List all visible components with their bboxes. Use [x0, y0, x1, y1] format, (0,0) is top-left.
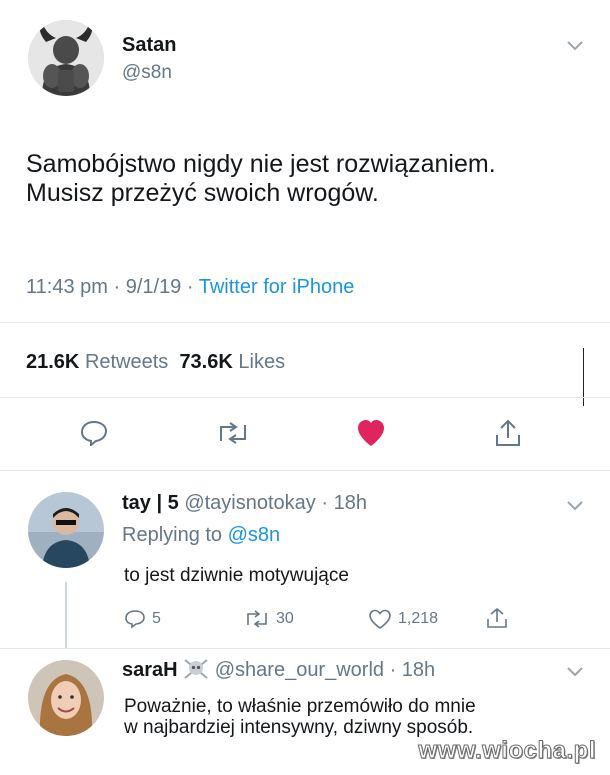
likes-label[interactable]: Likes: [238, 351, 285, 373]
reply2-header: saraH @share_our_world · 18h: [122, 658, 435, 682]
chevron-down-icon[interactable]: [566, 662, 584, 683]
retweets-count[interactable]: 21.6K: [26, 351, 79, 373]
reply2-text-line1: Poważnie, to właśnie przemówiło do mnie: [124, 696, 476, 717]
meta-separator: ·: [384, 659, 402, 681]
avatar-tay-image: [28, 492, 104, 568]
reply1-replying-to: Replying to @s8n: [122, 524, 280, 547]
reply-icon[interactable]: [124, 609, 146, 629]
reply1-like-count: 1,218: [398, 610, 439, 627]
reply1-display-name[interactable]: tay | 5: [122, 492, 179, 514]
avatar-satan[interactable]: [28, 20, 104, 96]
reply1-retweet-count: 30: [276, 610, 294, 627]
reply2-text-line2: w najbardziej intensywny, dziwny sposób.: [124, 717, 474, 738]
heart-icon[interactable]: [356, 419, 386, 452]
retweet-icon[interactable]: [244, 609, 270, 629]
tweet-text-line2: Musisz przeżyć swoich wrogów.: [26, 179, 379, 207]
skull-icon: [183, 659, 215, 681]
tweet-text-line1: Samobójstwo nigdy nie jest rozwiązaniem.: [26, 150, 496, 178]
retweets-label[interactable]: Retweets: [85, 351, 168, 373]
avatar-sarah[interactable]: [28, 660, 104, 736]
reply-icon[interactable]: [80, 420, 108, 451]
reply2-handle[interactable]: @share_our_world: [215, 659, 384, 681]
meta-separator: ·: [315, 492, 334, 514]
reply1-retweet-action[interactable]: 30: [244, 609, 294, 629]
retweet-icon[interactable]: [216, 421, 250, 450]
tweet-stats: 21.6K Retweets 73.6K Likes: [26, 351, 285, 374]
reply1-reply-action[interactable]: 5: [124, 609, 161, 629]
avatar-sarah-image: [28, 660, 104, 736]
tweet-meta: 11:43 pm · 9/1/19 · Twitter for iPhone: [26, 276, 354, 299]
meta-separator: ·: [186, 276, 194, 298]
reply1-text: to jest dziwnie motywujące: [124, 565, 349, 586]
meta-separator: ·: [113, 276, 121, 298]
reply1-reply-count: 5: [152, 610, 161, 627]
reply2-display-name[interactable]: saraH: [122, 659, 178, 681]
reply2-text: Poważnie, to właśnie przemówiło do mnie …: [124, 696, 476, 738]
divider: [0, 397, 610, 398]
reply2-time[interactable]: 18h: [402, 659, 435, 681]
divider: [0, 648, 610, 649]
share-icon[interactable]: [486, 606, 508, 635]
reply1-header: tay | 5 @tayisnotokay · 18h: [122, 492, 367, 515]
chevron-down-icon[interactable]: [566, 36, 584, 57]
tweet-date: 9/1/19: [125, 276, 182, 298]
chevron-down-icon[interactable]: [566, 496, 584, 517]
reply1-like-action[interactable]: 1,218: [368, 609, 438, 629]
reply-thread-line: [65, 582, 67, 648]
replying-to-label: Replying to: [122, 524, 223, 546]
reply1-time[interactable]: 18h: [334, 492, 367, 514]
main-handle[interactable]: @s8n: [122, 62, 172, 84]
heart-outline-icon[interactable]: [368, 609, 392, 629]
reply1-handle[interactable]: @tayisnotokay: [184, 492, 315, 514]
share-icon[interactable]: [494, 418, 522, 453]
tweet-time: 11:43 pm: [26, 276, 108, 298]
replying-to-handle[interactable]: @s8n: [228, 524, 281, 546]
avatar-tay[interactable]: [28, 492, 104, 568]
divider: [0, 322, 610, 323]
likes-count[interactable]: 73.6K: [179, 351, 232, 373]
watermark: www.wiocha.pl: [418, 737, 596, 765]
demon-avatar-image: [28, 20, 104, 96]
divider: [0, 470, 610, 471]
tweet-text: Samobójstwo nigdy nie jest rozwiązaniem.…: [26, 150, 496, 208]
tweet-source-link[interactable]: Twitter for iPhone: [199, 276, 355, 298]
main-display-name[interactable]: Satan: [122, 34, 176, 57]
